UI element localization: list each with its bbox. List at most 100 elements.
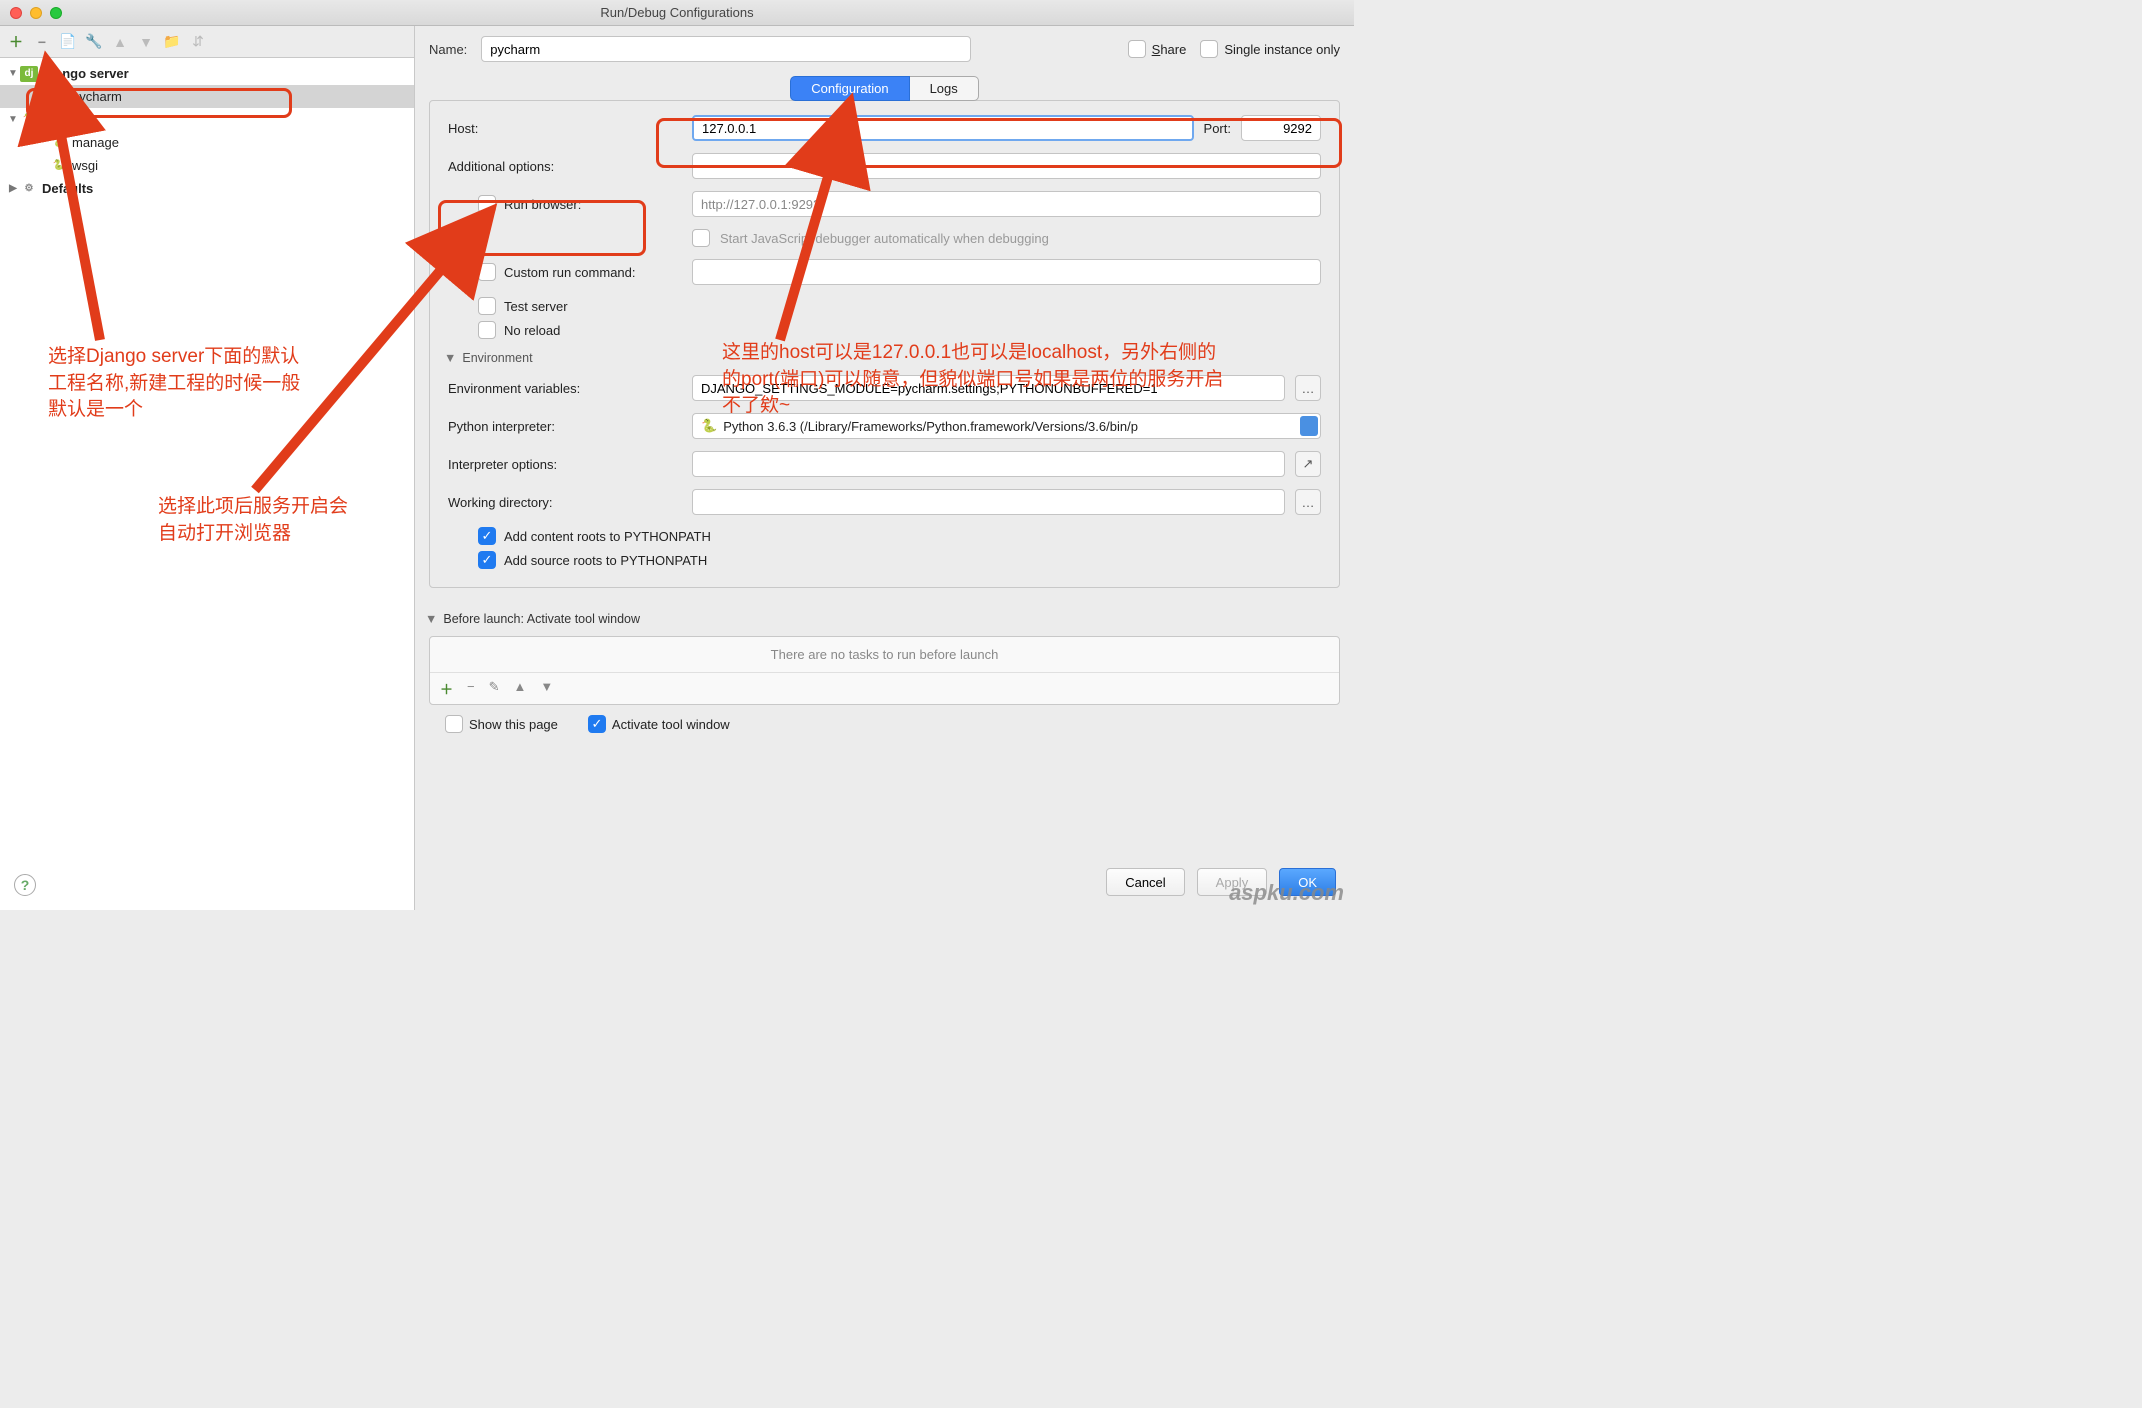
- share-checkbox[interactable]: Share: [1128, 40, 1187, 58]
- checkbox-icon: [445, 715, 463, 733]
- python-interpreter-label: Python interpreter:: [448, 419, 678, 434]
- tree-node-python[interactable]: ▼ 🐍 Python: [0, 108, 414, 131]
- port-input[interactable]: [1241, 115, 1321, 141]
- sidebar-toolbar: ＋ − 📄 🔧 ▲ ▼ 📁 ⇵: [0, 26, 414, 58]
- before-launch-empty-text: There are no tasks to run before launch: [430, 637, 1339, 672]
- checkbox-icon: [478, 195, 496, 213]
- tree-label: Defaults: [42, 181, 93, 196]
- bl-up-button[interactable]: ▲: [514, 679, 527, 698]
- checkbox-icon: [692, 229, 710, 247]
- single-instance-label: Single instance only: [1224, 42, 1340, 57]
- custom-run-command-input[interactable]: [692, 259, 1321, 285]
- activate-tool-window-label: Activate tool window: [612, 717, 730, 732]
- test-server-label: Test server: [504, 299, 568, 314]
- add-source-roots-checkbox[interactable]: ✓ Add source roots to PYTHONPATH: [448, 551, 707, 569]
- checkbox-checked-icon: ✓: [478, 551, 496, 569]
- name-input[interactable]: [481, 36, 971, 62]
- remove-configuration-button[interactable]: −: [34, 34, 50, 50]
- python-interpreter-select[interactable]: 🐍 Python 3.6.3 (/Library/Frameworks/Pyth…: [692, 413, 1321, 439]
- add-content-roots-checkbox[interactable]: ✓ Add content roots to PYTHONPATH: [448, 527, 711, 545]
- env-vars-label: Environment variables:: [448, 381, 678, 396]
- tree-label: manage: [72, 135, 119, 150]
- gear-icon: ⚙: [20, 181, 38, 197]
- no-reload-checkbox[interactable]: No reload: [448, 321, 678, 339]
- tab-logs[interactable]: Logs: [910, 76, 979, 101]
- tree-node-defaults[interactable]: ▶ ⚙ Defaults: [0, 177, 414, 200]
- sort-button[interactable]: ⇵: [190, 34, 206, 50]
- move-down-button[interactable]: ▼: [138, 34, 154, 50]
- checkbox-icon: [478, 297, 496, 315]
- tree-label: Django server: [42, 66, 129, 81]
- working-directory-browse-button[interactable]: …: [1295, 489, 1321, 515]
- edit-defaults-button[interactable]: 🔧: [86, 34, 102, 50]
- additional-options-label: Additional options:: [448, 159, 678, 174]
- activate-tool-window-checkbox[interactable]: ✓ Activate tool window: [588, 715, 730, 733]
- name-label: Name:: [429, 42, 467, 57]
- window-title: Run/Debug Configurations: [0, 5, 1354, 20]
- configuration-panel: Name: Share Single instance only Configu…: [415, 26, 1354, 910]
- host-label: Host:: [448, 121, 678, 136]
- env-vars-browse-button[interactable]: …: [1295, 375, 1321, 401]
- disclose-icon[interactable]: ▶: [6, 183, 20, 194]
- bl-down-button[interactable]: ▼: [540, 679, 553, 698]
- no-reload-label: No reload: [504, 323, 560, 338]
- add-content-roots-label: Add content roots to PYTHONPATH: [504, 529, 711, 544]
- folder-button[interactable]: 📁: [164, 34, 180, 50]
- django-icon: dj: [50, 89, 68, 105]
- interpreter-options-expand-button[interactable]: ↗: [1295, 451, 1321, 477]
- bl-edit-button[interactable]: ✎: [489, 679, 500, 698]
- move-up-button[interactable]: ▲: [112, 34, 128, 50]
- disclose-icon[interactable]: ▼: [6, 68, 20, 79]
- cancel-button[interactable]: Cancel: [1106, 868, 1184, 896]
- checkbox-icon: [1128, 40, 1146, 58]
- checkbox-icon: [1200, 40, 1218, 58]
- python-icon: 🐍: [701, 418, 717, 434]
- single-instance-checkbox[interactable]: Single instance only: [1200, 40, 1340, 58]
- tree-label: wsgi: [72, 158, 98, 173]
- run-browser-label: Run browser:: [504, 197, 581, 212]
- python-icon: 🐍: [20, 112, 38, 128]
- bl-add-button[interactable]: ＋: [440, 679, 453, 698]
- checkbox-checked-icon: ✓: [478, 527, 496, 545]
- environment-section-header[interactable]: ▼ Environment: [444, 351, 1321, 365]
- before-launch-header[interactable]: ▼ Before launch: Activate tool window: [425, 612, 1340, 626]
- bl-remove-button[interactable]: −: [467, 679, 475, 698]
- start-js-debugger-label: Start JavaScript debugger automatically …: [720, 231, 1049, 246]
- custom-run-command-checkbox[interactable]: Custom run command:: [448, 263, 678, 281]
- tree-node-django-server[interactable]: ▼ dj Django server: [0, 62, 414, 85]
- checkbox-icon: [478, 321, 496, 339]
- tree-node-django-pycharm[interactable]: dj pycharm: [0, 85, 414, 108]
- show-this-page-checkbox[interactable]: Show this page: [445, 715, 558, 733]
- tab-configuration[interactable]: Configuration: [790, 76, 909, 101]
- tree-label: pycharm: [72, 89, 122, 104]
- configurations-sidebar: ＋ − 📄 🔧 ▲ ▼ 📁 ⇵ ▼ dj Django server dj py…: [0, 26, 415, 910]
- copy-configuration-button[interactable]: 📄: [60, 34, 76, 50]
- run-browser-checkbox[interactable]: Run browser:: [448, 195, 678, 213]
- port-label: Port:: [1204, 121, 1231, 136]
- watermark: aspku.com: [1229, 880, 1344, 906]
- interpreter-options-input[interactable]: [692, 451, 1285, 477]
- custom-run-command-label: Custom run command:: [504, 265, 636, 280]
- python-icon: 🐍: [50, 158, 68, 174]
- checkbox-checked-icon: ✓: [588, 715, 606, 733]
- run-browser-url-input[interactable]: [692, 191, 1321, 217]
- additional-options-input[interactable]: [692, 153, 1321, 179]
- disclose-icon[interactable]: ▼: [6, 114, 20, 125]
- host-input[interactable]: [692, 115, 1194, 141]
- titlebar: Run/Debug Configurations: [0, 0, 1354, 26]
- tree-node-python-wsgi[interactable]: 🐍 wsgi: [0, 154, 414, 177]
- python-icon: 🐍: [50, 135, 68, 151]
- add-source-roots-label: Add source roots to PYTHONPATH: [504, 553, 707, 568]
- disclose-icon: ▼: [444, 351, 456, 365]
- test-server-checkbox[interactable]: Test server: [448, 297, 678, 315]
- start-js-debugger-checkbox[interactable]: Start JavaScript debugger automatically …: [692, 229, 1321, 247]
- help-button[interactable]: ?: [14, 874, 36, 896]
- interpreter-options-label: Interpreter options:: [448, 457, 678, 472]
- tree-label: Python: [42, 112, 86, 127]
- add-configuration-button[interactable]: ＋: [8, 34, 24, 50]
- config-tabs: Configuration Logs: [429, 76, 1340, 101]
- working-directory-input[interactable]: [692, 489, 1285, 515]
- tree-node-python-manage[interactable]: 🐍 manage: [0, 131, 414, 154]
- configuration-tree[interactable]: ▼ dj Django server dj pycharm ▼ 🐍 Python…: [0, 58, 414, 910]
- env-vars-input[interactable]: [692, 375, 1285, 401]
